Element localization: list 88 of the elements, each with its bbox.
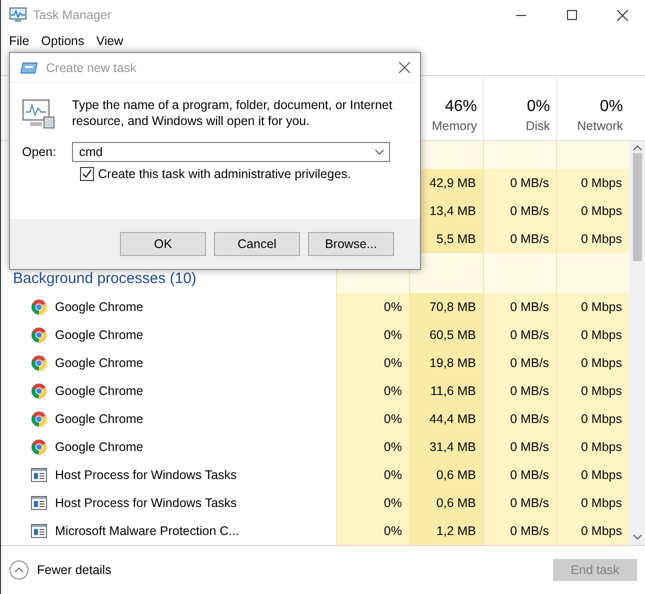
- process-name[interactable]: Host Process for Windows Tasks: [55, 468, 237, 482]
- disk-cell: 0 MB/s: [483, 349, 556, 377]
- process-name[interactable]: Google Chrome: [55, 412, 144, 426]
- fewer-details-link[interactable]: Fewer details: [37, 563, 112, 577]
- network-cell: 0 Mbps: [556, 169, 629, 197]
- menu-item[interactable]: Options: [35, 34, 90, 48]
- cpu-cell: 0%: [336, 293, 409, 321]
- cpu-cell: 0%: [336, 349, 409, 377]
- disk-cell: 0 MB/s: [483, 433, 556, 461]
- memory-cell: 70,8 MB: [409, 293, 483, 321]
- disk-cell: 0 MB/s: [483, 293, 556, 321]
- disk-cell: 0 MB/s: [483, 405, 556, 433]
- close-icon[interactable]: [399, 62, 410, 73]
- maximize-icon[interactable]: [566, 10, 576, 20]
- network-cell: 0 Mbps: [556, 293, 629, 321]
- network-cell: 0 Mbps: [556, 517, 629, 545]
- chrome-icon: [31, 383, 47, 399]
- group-heading[interactable]: Background processes (10): [13, 270, 196, 287]
- admin-checkbox[interactable]: [80, 167, 94, 181]
- cpu-cell: 0%: [336, 377, 409, 405]
- window-title: Task Manager: [33, 8, 113, 22]
- disk-cell: 0 MB/s: [483, 321, 556, 349]
- task-manager-icon: [9, 7, 27, 23]
- dialog-message: Type the name of a program, folder, document, or Internet resource, and Windows will open it for you.: [72, 97, 394, 129]
- menu-item[interactable]: File: [3, 34, 36, 48]
- process-name[interactable]: Host Process for Windows Tasks: [55, 496, 237, 510]
- cpu-cell: 0%: [336, 489, 409, 517]
- column-header[interactable]: 0% Network: [556, 76, 629, 140]
- network-cell: 0 Mbps: [556, 321, 629, 349]
- process-name[interactable]: Google Chrome: [55, 328, 144, 342]
- process-name[interactable]: Microsoft Malware Protection C...: [55, 524, 240, 538]
- chrome-icon: [31, 355, 47, 371]
- cpu-cell: 0%: [336, 321, 409, 349]
- checkbox-label: Create this task with administrative privileges.: [98, 167, 351, 181]
- process-name[interactable]: Google Chrome: [55, 384, 144, 398]
- memory-cell: 0,6 MB: [409, 489, 483, 517]
- chrome-icon: [31, 327, 47, 343]
- network-cell: 0 Mbps: [556, 225, 629, 253]
- window-icon: [31, 496, 47, 510]
- disk-cell: 0 MB/s: [483, 489, 556, 517]
- network-cell: 0 Mbps: [556, 377, 629, 405]
- collapse-icon[interactable]: [9, 560, 29, 580]
- scroll-up-icon[interactable]: [632, 145, 642, 151]
- scroll-down-icon[interactable]: [632, 534, 642, 540]
- dialog-button[interactable]: Cancel: [214, 232, 300, 256]
- memory-cell: 19,8 MB: [409, 349, 483, 377]
- open-label: Open:: [22, 145, 56, 159]
- chrome-icon: [31, 299, 47, 315]
- disk-cell: 0 MB/s: [483, 377, 556, 405]
- process-name[interactable]: Google Chrome: [55, 300, 144, 314]
- disk-cell: 0 MB/s: [483, 225, 556, 253]
- computer-icon: [22, 97, 56, 129]
- disk-cell: 0 MB/s: [483, 169, 556, 197]
- memory-cell: 44,4 MB: [409, 405, 483, 433]
- scrollbar-thumb[interactable]: [632, 153, 642, 261]
- dialog-button[interactable]: OK: [120, 232, 206, 256]
- dialog-title: Create new task: [46, 60, 138, 74]
- cpu-cell: 0%: [336, 405, 409, 433]
- cpu-cell: 0%: [336, 517, 409, 545]
- disk-cell: 0 MB/s: [483, 197, 556, 225]
- close-icon[interactable]: [617, 10, 628, 20]
- network-cell: 0 Mbps: [556, 349, 629, 377]
- memory-cell: 0,6 MB: [409, 461, 483, 489]
- menu-item[interactable]: View: [90, 34, 130, 48]
- disk-cell: 0 MB/s: [483, 517, 556, 545]
- memory-cell: 31,4 MB: [409, 433, 483, 461]
- column-header[interactable]: 0% Disk: [483, 76, 556, 140]
- network-cell: 0 Mbps: [556, 461, 629, 489]
- disk-cell: 0 MB/s: [483, 461, 556, 489]
- run-icon: [20, 62, 38, 74]
- window-icon: [31, 524, 47, 538]
- dialog-button[interactable]: Browse...: [308, 232, 394, 256]
- chrome-icon: [31, 411, 47, 427]
- network-cell: 0 Mbps: [556, 405, 629, 433]
- process-name[interactable]: Google Chrome: [55, 356, 144, 370]
- network-cell: 0 Mbps: [556, 433, 629, 461]
- window-icon: [31, 468, 47, 482]
- cpu-cell: 0%: [336, 433, 409, 461]
- memory-cell: 60,5 MB: [409, 321, 483, 349]
- open-field[interactable]: cmd: [72, 142, 390, 162]
- memory-cell: 1,2 MB: [409, 517, 483, 545]
- chrome-icon: [31, 439, 47, 455]
- memory-cell: 11,6 MB: [409, 377, 483, 405]
- dropdown-icon[interactable]: [375, 149, 384, 155]
- cpu-cell: 0%: [336, 461, 409, 489]
- process-name[interactable]: Google Chrome: [55, 440, 144, 454]
- network-cell: 0 Mbps: [556, 197, 629, 225]
- network-cell: 0 Mbps: [556, 489, 629, 517]
